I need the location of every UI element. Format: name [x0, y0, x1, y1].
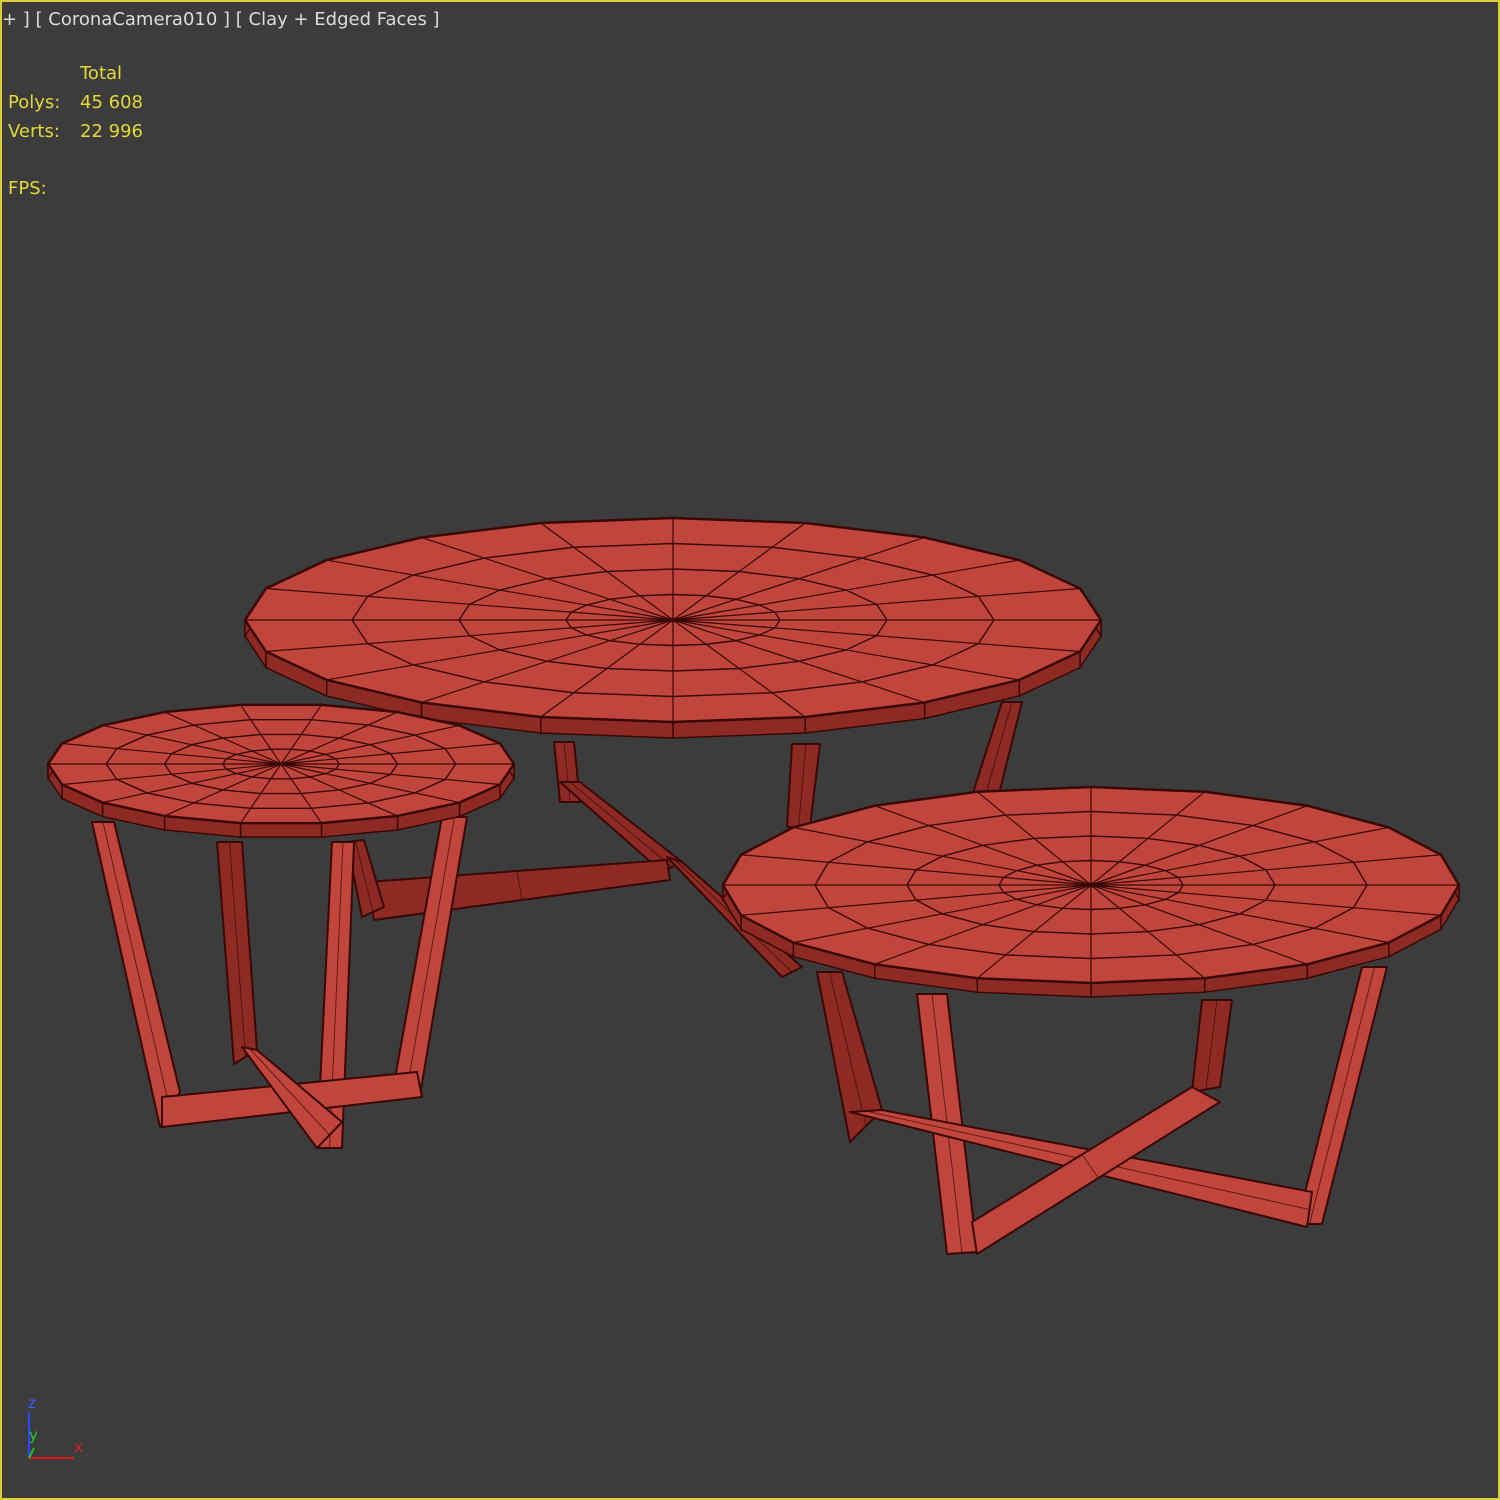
leg-segment [216, 841, 258, 1065]
top-rim-face [239, 822, 323, 838]
axis-gizmo-icon: z y x [28, 1394, 83, 1459]
leg-segment [559, 781, 683, 873]
axis-z-label: z [28, 1394, 36, 1412]
leg-edge [569, 781, 673, 868]
leg-segment [366, 859, 671, 921]
top-center-hub [1082, 882, 1100, 888]
leg-segment [1191, 999, 1233, 1093]
leg-edge [1309, 966, 1375, 1225]
viewport[interactable]: + ] [ CoronaCamera010 ] [ Clay + Edged F… [0, 0, 1500, 1500]
table-top [721, 785, 1461, 998]
table-top [243, 516, 1103, 739]
leg-edge [405, 816, 455, 1096]
top-center-hub [274, 762, 288, 766]
leg-segment [969, 701, 1023, 803]
axis-y-label: y [29, 1426, 38, 1444]
scene-3d-tables[interactable] [2, 2, 1498, 1498]
leg-edge [102, 821, 171, 1110]
table-tops [46, 516, 1461, 998]
axis-x-label: x [74, 1438, 83, 1456]
leg-segment [91, 821, 181, 1128]
top-center-hub [663, 617, 683, 623]
leg-segment [391, 816, 468, 1096]
table-top [46, 703, 516, 838]
leg-segment [786, 743, 821, 828]
